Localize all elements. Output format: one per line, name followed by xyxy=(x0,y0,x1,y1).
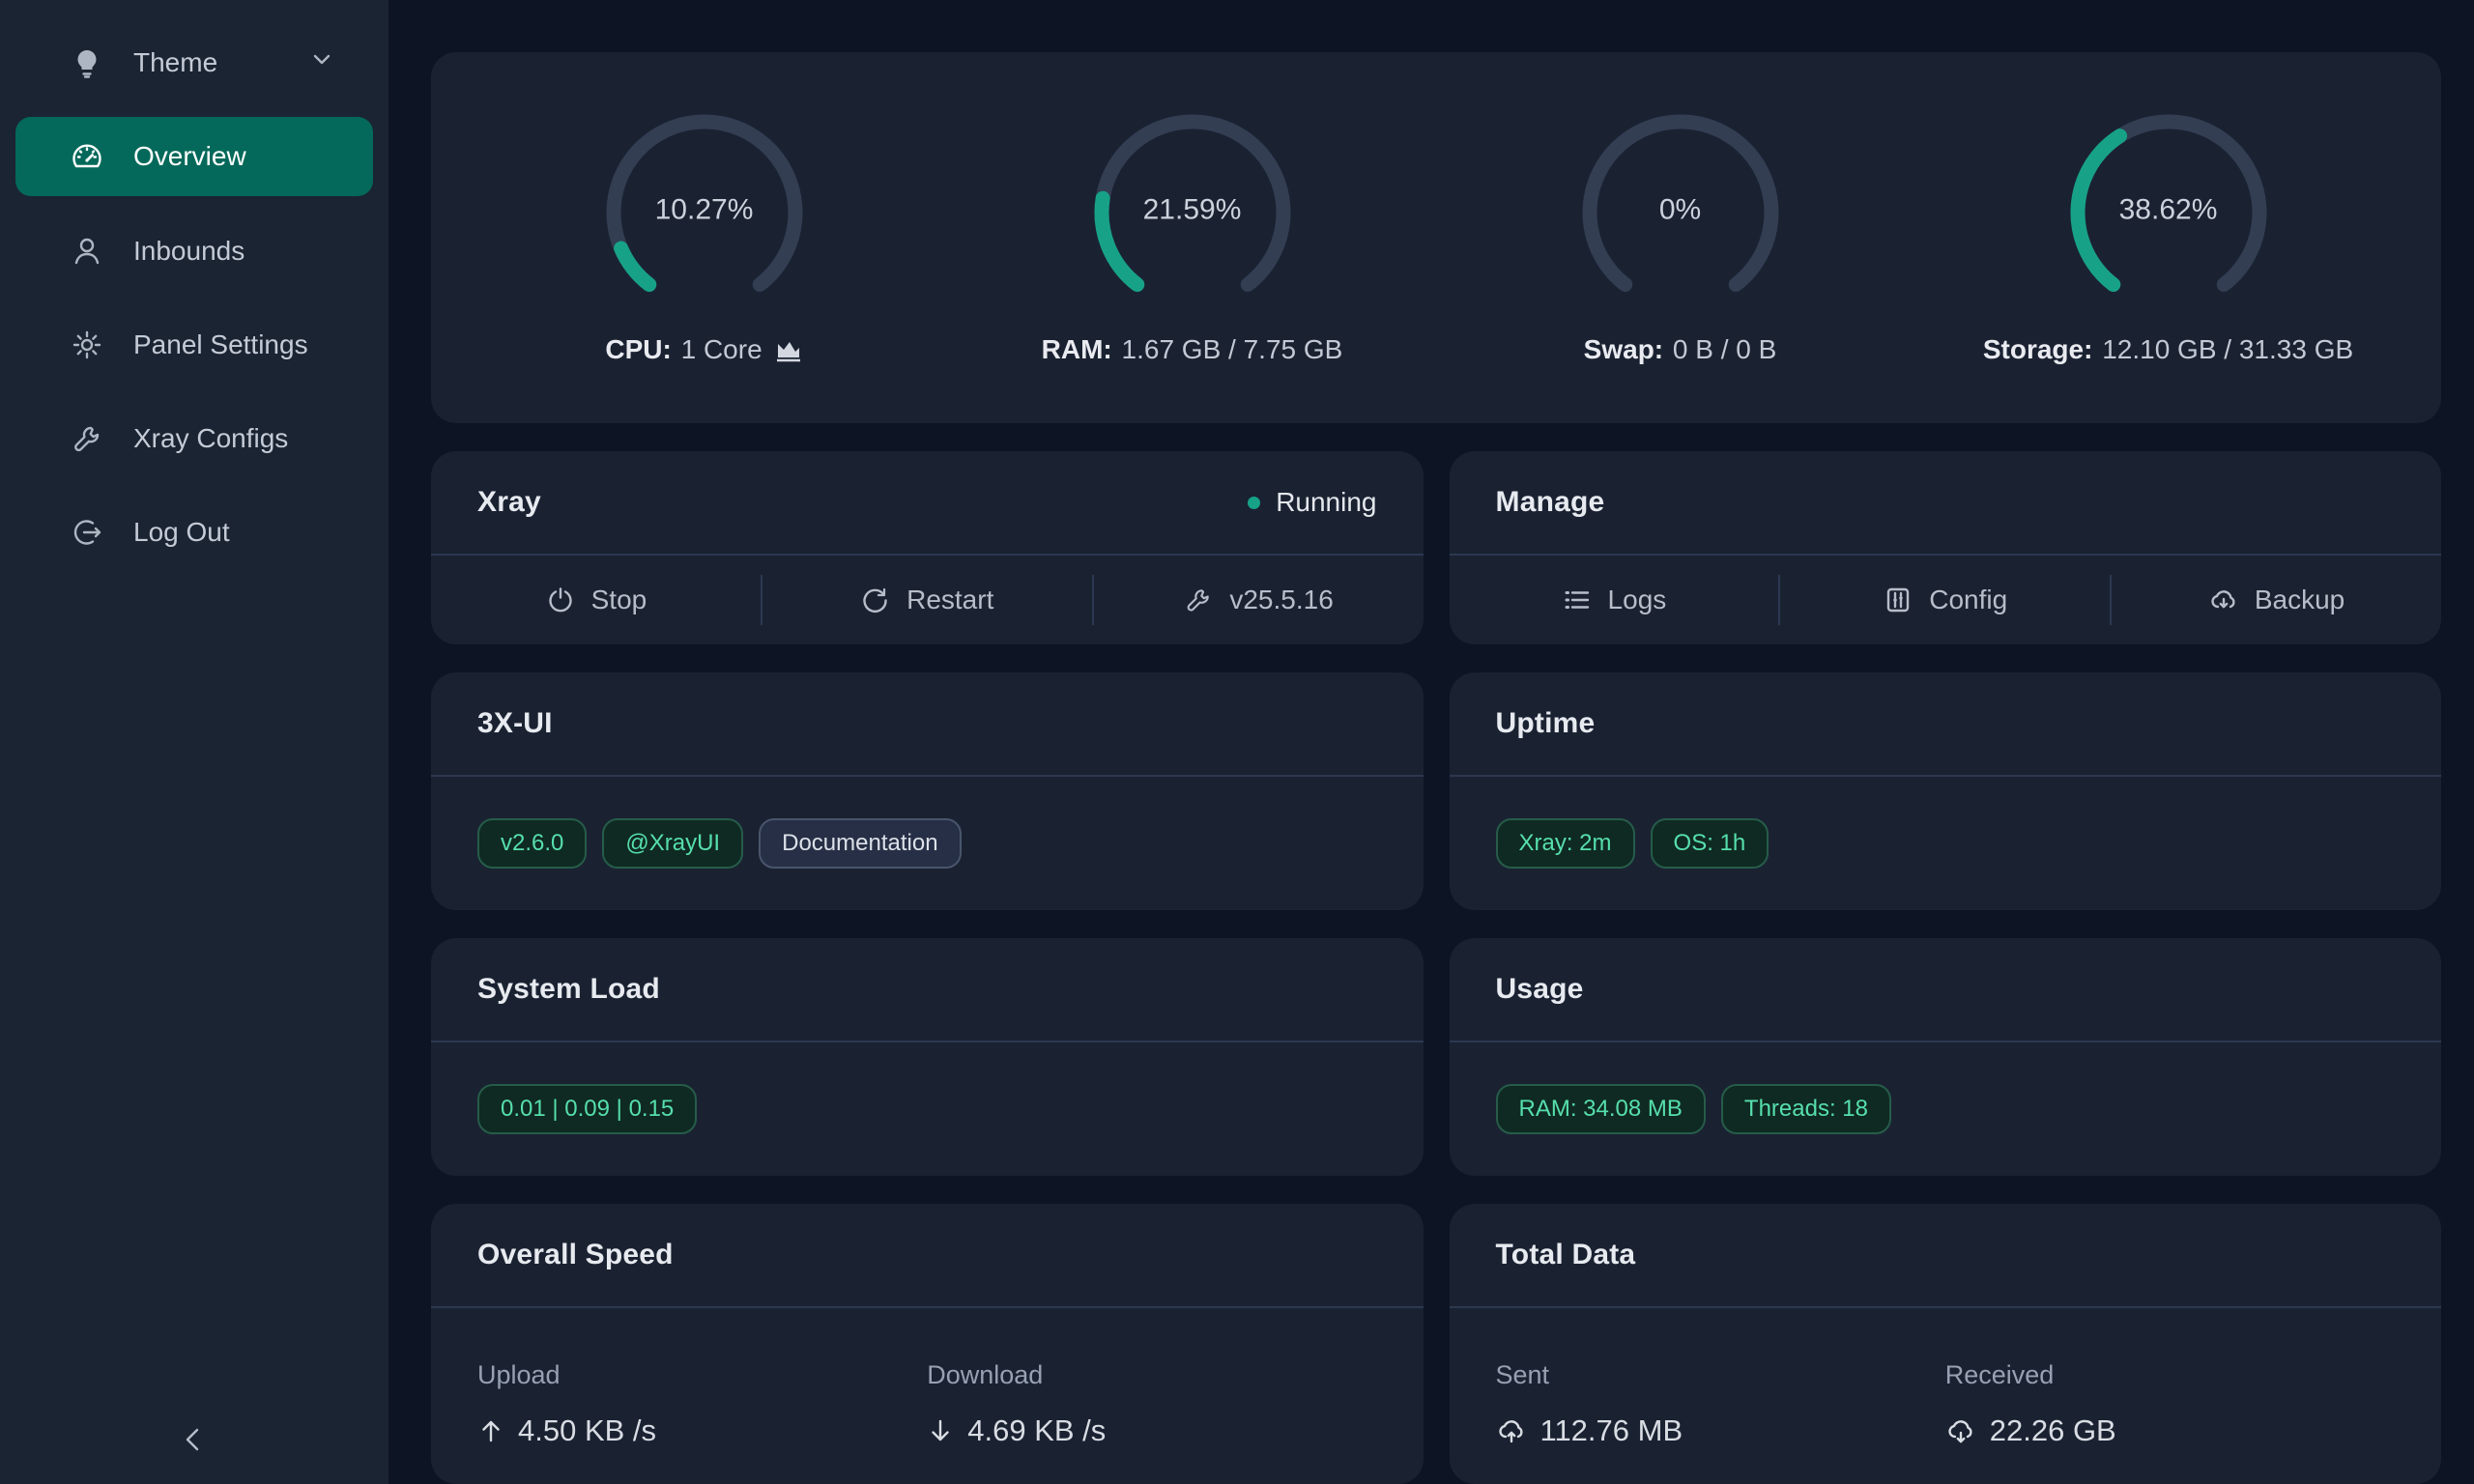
ram-percent: 21.59% xyxy=(1090,193,1295,226)
card-title: Uptime xyxy=(1496,707,1596,740)
wrench-icon xyxy=(70,421,104,456)
sidebar-item-panel-settings[interactable]: Panel Settings xyxy=(0,298,388,391)
card-title: Total Data xyxy=(1496,1239,1636,1271)
ram-gauge: 21.59% RAM: 1.67 GB / 7.75 GB xyxy=(948,110,1436,365)
uptime-card: Uptime Xray: 2m OS: 1h xyxy=(1450,672,2442,910)
backup-button[interactable]: Backup xyxy=(2112,556,2441,644)
ram-label: RAM: 1.67 GB / 7.75 GB xyxy=(1042,334,1343,365)
running-dot-icon xyxy=(1248,497,1260,509)
xray-version-button[interactable]: v25.5.16 xyxy=(1094,556,1424,644)
card-title: 3X-UI xyxy=(477,707,553,740)
bulb-icon xyxy=(70,45,104,80)
os-uptime-tag[interactable]: OS: 1h xyxy=(1651,818,1769,869)
xrayui-tag[interactable]: @XrayUI xyxy=(602,818,743,869)
sidebar-item-label: Xray Configs xyxy=(133,423,288,454)
restart-icon xyxy=(860,585,891,615)
sent-stat: Sent 112.76 MB xyxy=(1496,1326,1945,1448)
gear-icon xyxy=(70,328,104,362)
card-title: Manage xyxy=(1496,486,1605,519)
swap-label: Swap: 0 B / 0 B xyxy=(1584,334,1777,365)
sidebar: Theme Overview Inbounds xyxy=(0,0,388,1484)
sidebar-item-log-out[interactable]: Log Out xyxy=(0,485,388,579)
upload-stat: Upload 4.50 KB /s xyxy=(477,1326,927,1448)
received-stat: Received 22.26 GB xyxy=(1945,1326,2395,1448)
wrench-icon xyxy=(1183,585,1214,615)
cpu-gauge: 10.27% CPU: 1 Core xyxy=(460,110,948,365)
sidebar-collapse-button[interactable] xyxy=(170,1416,216,1463)
threads-tag[interactable]: Threads: 18 xyxy=(1721,1084,1891,1134)
chevron-left-icon xyxy=(179,1425,208,1454)
sliders-icon xyxy=(1883,585,1913,615)
cpu-percent: 10.27% xyxy=(602,193,807,226)
area-chart-icon[interactable] xyxy=(774,336,803,363)
documentation-tag[interactable]: Documentation xyxy=(759,818,961,869)
sidebar-item-theme[interactable]: Theme xyxy=(0,15,388,109)
arrow-up-icon xyxy=(477,1417,504,1444)
xray-status: Running xyxy=(1248,487,1376,518)
card-title: Xray xyxy=(477,486,541,519)
sidebar-item-label: Inbounds xyxy=(133,236,245,267)
card-title: Usage xyxy=(1496,973,1584,1006)
cpu-label: CPU: 1 Core xyxy=(605,334,802,365)
sidebar-item-overview[interactable]: Overview xyxy=(15,117,373,196)
sidebar-item-label: Panel Settings xyxy=(133,329,308,360)
download-stat: Download 4.69 KB /s xyxy=(927,1326,1376,1448)
restart-button[interactable]: Restart xyxy=(762,556,1092,644)
ram-usage-tag[interactable]: RAM: 34.08 MB xyxy=(1496,1084,1706,1134)
config-button[interactable]: Config xyxy=(1780,556,2110,644)
load-average-tag[interactable]: 0.01 | 0.09 | 0.15 xyxy=(477,1084,697,1134)
stop-button[interactable]: Stop xyxy=(431,556,761,644)
total-data-card: Total Data Sent 112.76 MB xyxy=(1450,1204,2442,1484)
cloud-download-icon xyxy=(1945,1416,1976,1445)
sidebar-item-label: Overview xyxy=(133,141,246,172)
card-title: System Load xyxy=(477,973,660,1006)
swap-percent: 0% xyxy=(1578,193,1783,226)
xui-card: 3X-UI v2.6.0 @XrayUI Documentation xyxy=(431,672,1424,910)
sidebar-item-inbounds[interactable]: Inbounds xyxy=(0,204,388,298)
xray-uptime-tag[interactable]: Xray: 2m xyxy=(1496,818,1635,869)
system-gauges-card: 10.27% CPU: 1 Core 21.59% xyxy=(431,52,2441,423)
storage-gauge: 38.62% Storage: 12.10 GB / 31.33 GB xyxy=(1924,110,2412,365)
list-icon xyxy=(1562,585,1593,615)
storage-percent: 38.62% xyxy=(2066,193,2271,226)
gauge-icon xyxy=(70,139,104,174)
system-load-card: System Load 0.01 | 0.09 | 0.15 xyxy=(431,938,1424,1176)
cloud-download-icon xyxy=(2208,585,2239,615)
logs-button[interactable]: Logs xyxy=(1450,556,1779,644)
usage-card: Usage RAM: 34.08 MB Threads: 18 xyxy=(1450,938,2442,1176)
user-icon xyxy=(70,234,104,269)
cloud-upload-icon xyxy=(1496,1416,1527,1445)
manage-card: Manage Logs xyxy=(1450,451,2442,644)
chevron-down-icon xyxy=(309,46,334,78)
arrow-down-icon xyxy=(927,1417,954,1444)
main-content: 10.27% CPU: 1 Core 21.59% xyxy=(388,0,2474,1484)
sidebar-item-label: Log Out xyxy=(133,517,230,548)
power-icon xyxy=(545,585,576,615)
storage-label: Storage: 12.10 GB / 31.33 GB xyxy=(1983,334,2353,365)
version-tag[interactable]: v2.6.0 xyxy=(477,818,587,869)
overall-speed-card: Overall Speed Upload 4.50 KB /s Download xyxy=(431,1204,1424,1484)
xray-card: Xray Running Stop xyxy=(431,451,1424,644)
sidebar-item-label: Theme xyxy=(133,47,217,78)
sidebar-item-xray-configs[interactable]: Xray Configs xyxy=(0,391,388,485)
swap-gauge: 0% Swap: 0 B / 0 B xyxy=(1436,110,1924,365)
logout-icon xyxy=(70,515,104,550)
card-title: Overall Speed xyxy=(477,1239,674,1271)
